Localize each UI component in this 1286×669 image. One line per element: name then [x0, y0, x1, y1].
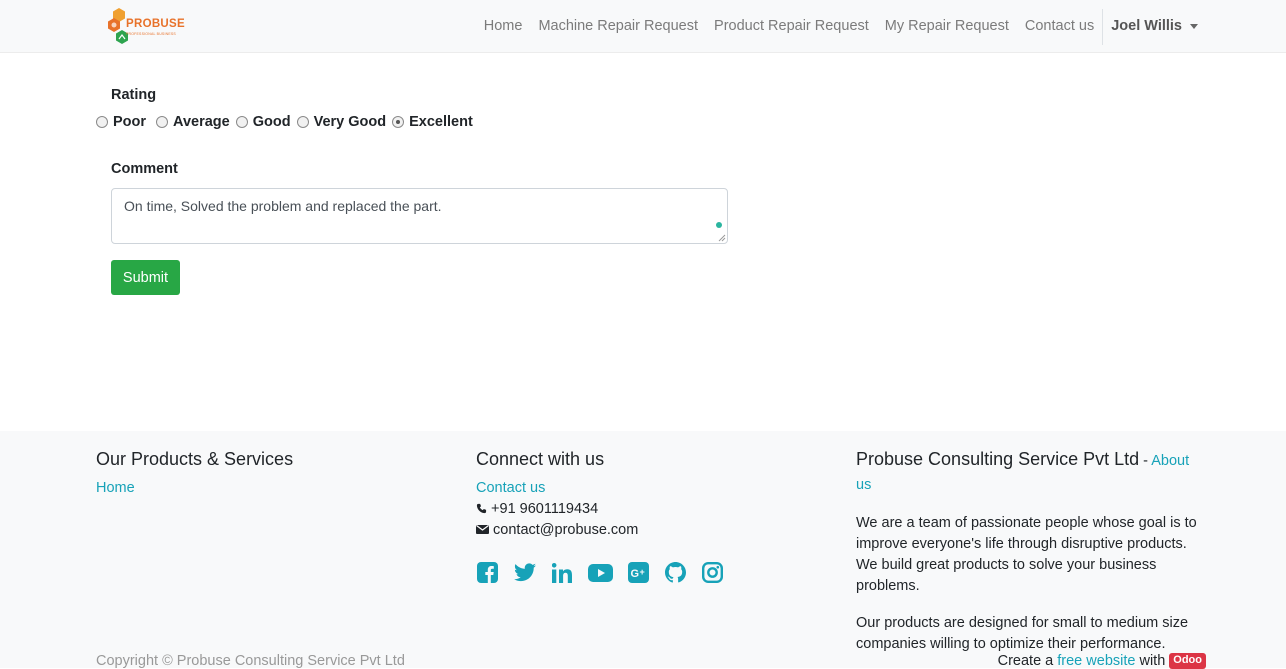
rating-radio-group: Poor Average Good Very Good Excellent: [96, 114, 477, 130]
connect-title: Connect with us: [476, 449, 605, 469]
about-paragraph-1: We are a team of passionate people whose…: [856, 515, 1197, 594]
rating-label: Rating: [111, 87, 157, 103]
rating-option-label: Good: [252, 114, 291, 130]
rating-option-poor[interactable]: Poor: [96, 114, 146, 130]
copyright-text: Copyright © Probuse Consulting Service P…: [96, 653, 405, 669]
social-links: G +: [476, 561, 816, 584]
email-address: contact@probuse.com: [493, 522, 639, 538]
logo-tagline: PROFESSIONAL BUSINESS: [126, 32, 176, 36]
nav-machine-repair-request[interactable]: Machine Repair Request: [530, 0, 706, 53]
rating-option-very-good[interactable]: Very Good: [296, 114, 387, 130]
products-title: Our Products & Services: [96, 449, 294, 469]
github-icon[interactable]: [664, 561, 687, 584]
footer-about-column: Probuse Consulting Service Pvt Ltd - Abo…: [856, 431, 1206, 655]
radio-poor[interactable]: [96, 116, 108, 128]
rating-option-label: Excellent: [409, 114, 473, 130]
rating-option-label: Average: [173, 114, 230, 130]
about-paragraph-2: Our products are designed for small to m…: [856, 615, 1189, 652]
comment-text: On time, Solved the problem and replaced…: [124, 198, 442, 214]
comment-label: Comment: [111, 161, 178, 177]
caret-down-icon: [1190, 24, 1198, 29]
nav-my-repair-request[interactable]: My Repair Request: [877, 0, 1017, 53]
footer-connect-column: Connect with us Contact us +91 960111943…: [476, 431, 816, 584]
nav-product-repair-request[interactable]: Product Repair Request: [706, 0, 877, 53]
company-heading: Probuse Consulting Service Pvt Ltd - Abo…: [856, 448, 1206, 496]
create-with: with: [1139, 653, 1166, 669]
phone-icon: [476, 503, 487, 514]
rating-option-average[interactable]: Average: [156, 114, 230, 130]
phone-number: +91 9601119434: [491, 501, 599, 517]
radio-excellent[interactable]: [392, 116, 405, 128]
radio-very-good[interactable]: [296, 116, 309, 128]
probuse-logo[interactable]: PROBUSE PROFESSIONAL BUSINESS: [108, 8, 185, 45]
nav-home[interactable]: Home: [476, 0, 531, 53]
resize-grip-icon[interactable]: [718, 234, 726, 242]
footer-home-link[interactable]: Home: [96, 480, 135, 496]
email-line: contact@probuse.com: [476, 520, 816, 541]
free-website-link[interactable]: free website: [1057, 653, 1135, 669]
odoo-badge[interactable]: Odoo: [1169, 653, 1206, 669]
rating-option-good[interactable]: Good: [235, 114, 291, 130]
grammar-check-icon[interactable]: [716, 222, 722, 228]
rating-option-label: Very Good: [313, 114, 387, 130]
facebook-icon[interactable]: [476, 561, 499, 584]
google-plus-icon[interactable]: G +: [627, 561, 650, 584]
youtube-icon[interactable]: [587, 561, 613, 584]
submit-button[interactable]: Submit: [111, 260, 180, 295]
company-title: Probuse Consulting Service Pvt Ltd: [856, 449, 1140, 469]
instagram-icon[interactable]: [701, 561, 724, 584]
svg-text:+: +: [640, 567, 645, 577]
powered-by: Create a free website with Odoo: [998, 653, 1206, 669]
svg-text:G: G: [631, 568, 640, 580]
linkedin-icon[interactable]: [550, 561, 573, 584]
comment-textarea[interactable]: On time, Solved the problem and replaced…: [111, 188, 728, 244]
radio-average[interactable]: [156, 116, 169, 128]
nav-contact-us[interactable]: Contact us: [1017, 0, 1102, 53]
phone-line: +91 9601119434: [476, 499, 816, 520]
user-name: Joel Willis: [1111, 18, 1182, 34]
logo-wordmark: PROBUSE: [126, 18, 185, 30]
main-nav: Home Machine Repair Request Product Repa…: [476, 0, 1198, 53]
radio-good[interactable]: [235, 116, 248, 128]
envelope-icon: [476, 525, 489, 534]
footer: Our Products & Services Home Connect wit…: [0, 431, 1286, 669]
create-prefix: Create a: [997, 653, 1054, 669]
footer-contact-link[interactable]: Contact us: [476, 480, 545, 496]
user-menu-dropdown[interactable]: Joel Willis: [1103, 0, 1198, 53]
company-title-separator: -: [1139, 453, 1152, 469]
footer-products-column: Our Products & Services Home: [96, 431, 436, 499]
rating-option-excellent[interactable]: Excellent: [392, 114, 473, 130]
twitter-icon[interactable]: [513, 561, 536, 584]
rating-option-label: Poor: [113, 114, 147, 130]
top-navbar: PROBUSE PROFESSIONAL BUSINESS Home Machi…: [0, 0, 1286, 53]
